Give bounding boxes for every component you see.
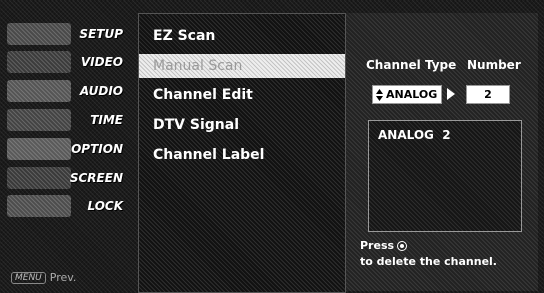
submenu-item-dtv-signal[interactable]: DTV Signal [139,113,345,137]
menu-item-label: AUDIO [79,84,123,98]
manual-scan-panel: Channel Type Number ANALOG 2 ANALOG 2 Pr… [346,13,538,291]
help-text: Press to delete the channel. [360,238,497,270]
tv-menu-screen: SETUP VIDEO AUDIO TIME OPTION SCREEN LOC… [0,0,544,293]
submenu-item-manual-scan[interactable]: Manual Scan [139,54,345,78]
ok-button-icon [397,241,408,251]
channel-type-value: ANALOG [386,88,438,101]
number-label: Number [467,58,521,72]
up-down-arrow-icon [376,88,383,101]
lock-icon [7,195,71,217]
channel-submenu: EZ Scan Manual Scan Channel Edit DTV Sig… [138,13,346,293]
menu-item-label: SETUP [79,27,123,41]
submenu-item-channel-edit[interactable]: Channel Edit [139,83,345,107]
menu-item-label: VIDEO [80,55,123,69]
main-menu: SETUP VIDEO AUDIO TIME OPTION SCREEN LOC… [3,5,133,291]
submenu-item-ez-scan[interactable]: EZ Scan [139,24,345,48]
channel-type-select[interactable]: ANALOG [372,85,442,104]
menu-item-setup[interactable]: SETUP [3,21,131,47]
menu-item-label: OPTION [71,142,123,156]
menu-key-icon: MENU [11,271,46,284]
channel-display-text: ANALOG 2 [378,128,451,142]
submenu-item-channel-label[interactable]: Channel Label [139,143,345,167]
help-action-text: to delete the channel. [360,255,497,268]
menu-item-label: LOCK [87,199,123,213]
menu-item-option[interactable]: OPTION [3,136,131,162]
menu-item-screen[interactable]: SCREEN [3,165,131,191]
setup-icon [7,23,71,45]
screen-icon [7,167,71,189]
menu-item-lock[interactable]: LOCK [3,193,131,219]
menu-item-label: TIME [90,113,123,127]
audio-icon [7,80,71,102]
video-icon [7,51,71,73]
channel-display-box: ANALOG 2 [368,120,522,232]
channel-number-field[interactable]: 2 [466,85,510,104]
menu-item-label: SCREEN [69,171,123,185]
menu-item-audio[interactable]: AUDIO [3,78,131,104]
help-press-text: Press [360,239,395,252]
option-icon [7,138,71,160]
prev-label: Prev. [49,271,77,284]
prev-hint[interactable]: MENU Prev. [11,271,76,284]
time-icon [7,109,71,131]
right-arrow-icon [447,88,455,100]
channel-type-label: Channel Type [366,58,457,72]
menu-item-time[interactable]: TIME [3,107,131,133]
menu-item-video[interactable]: VIDEO [3,49,131,75]
